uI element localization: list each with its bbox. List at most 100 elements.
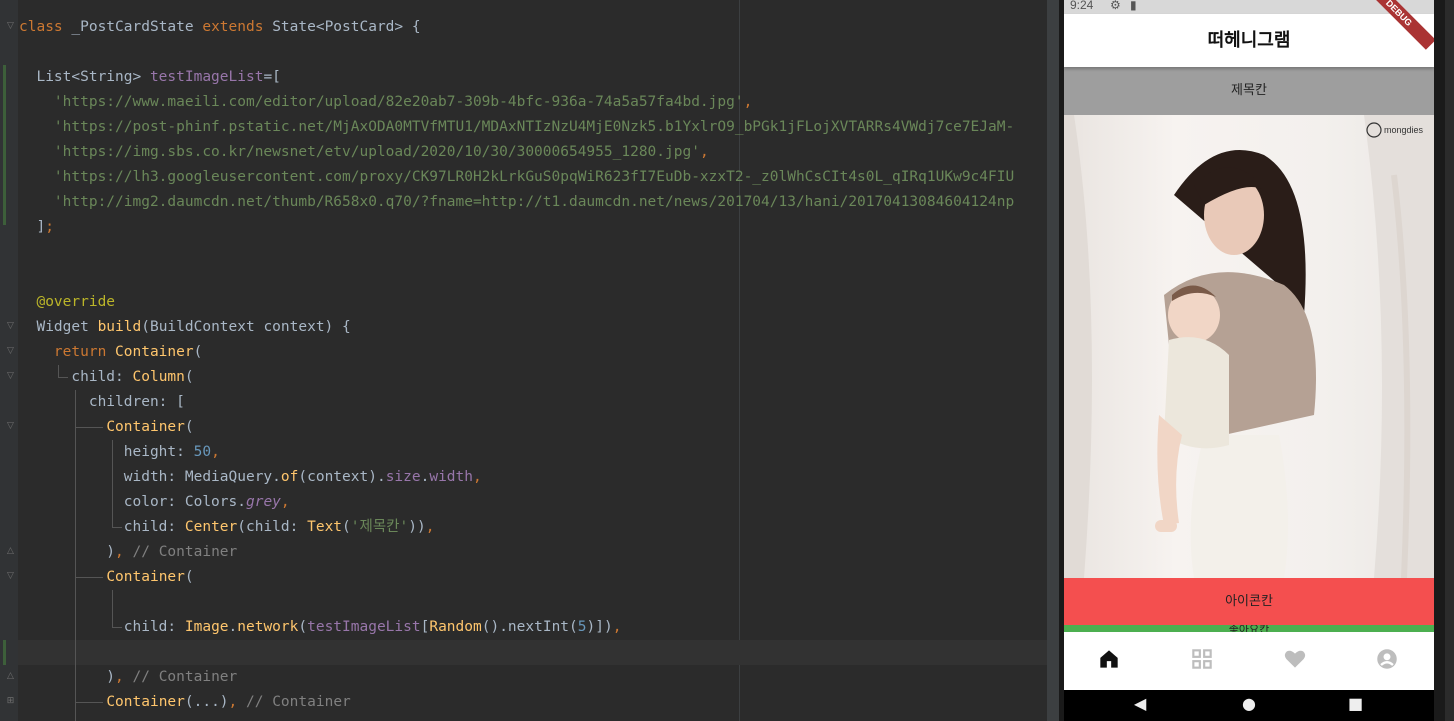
account-icon[interactable] [1374, 646, 1400, 672]
code-line[interactable]: @override [19, 290, 115, 315]
code-line[interactable]: child: Center(child: Text('제목칸')), [19, 515, 435, 540]
vcs-change-marker[interactable] [3, 65, 6, 225]
fold-end-icon[interactable]: △ [6, 672, 15, 681]
current-line-highlight [18, 640, 1047, 665]
code-token: child: [19, 519, 185, 535]
code-token: ( [184, 569, 194, 585]
code-line[interactable]: ), // Container [19, 540, 237, 565]
code-token: _PostCardState [71, 19, 203, 35]
code-line[interactable]: height: 50, [19, 440, 220, 465]
code-line[interactable]: 'http://img2.daumcdn.net/thumb/R658x0.q7… [19, 190, 1014, 215]
gear-icon: ⚙ [1110, 0, 1121, 12]
code-token: testImageList [149, 69, 264, 85]
code-token: ().nextInt( [481, 619, 578, 635]
fold-icon[interactable]: ▽ [6, 347, 15, 356]
code-token: , [612, 619, 622, 635]
side-panel-rail [1445, 0, 1454, 721]
code-token: ( [298, 619, 308, 635]
code-token: // Container [132, 544, 238, 560]
code-token: 'https://img.sbs.co.kr/newsnet/etv/uploa… [53, 144, 700, 160]
code-line[interactable]: Container( [19, 565, 194, 590]
code-line[interactable]: children: [ [19, 390, 185, 415]
code-token: Text [307, 519, 343, 535]
code-token: @override [19, 294, 116, 310]
code-token: , [115, 669, 133, 685]
code-line[interactable]: child: Image.network(testImageList[Rando… [19, 615, 622, 640]
code-token: Container [115, 344, 194, 360]
post-image-illustration: mongdies [1064, 115, 1434, 578]
status-time: 9:24 [1070, 0, 1094, 12]
code-line[interactable]: 'https://post-phinf.pstatic.net/MjAxODA0… [19, 115, 1014, 140]
code-line[interactable]: 'https://www.maeili.com/editor/upload/82… [19, 90, 752, 115]
image-watermark: mongdies [1384, 125, 1424, 135]
code-token: Container [106, 694, 185, 710]
code-token: Container [106, 419, 185, 435]
code-token: class [19, 19, 72, 35]
code-token: '제목칸' [350, 519, 409, 535]
code-token: height: [19, 444, 194, 460]
fold-icon[interactable]: ▽ [6, 572, 15, 581]
code-token: ) [19, 669, 116, 685]
code-token: 'https://post-phinf.pstatic.net/MjAxODA0… [53, 119, 1015, 135]
home-icon[interactable] [1096, 646, 1122, 672]
pane-splitter[interactable] [1047, 0, 1059, 721]
code-token: Container [106, 569, 185, 585]
code-line[interactable]: Widget build(BuildContext context) { [19, 315, 351, 340]
code-token: , [228, 694, 247, 710]
code-token: width [429, 469, 473, 485]
fold-end-icon[interactable]: △ [6, 547, 15, 556]
recents-icon[interactable]: ■ [1348, 694, 1363, 713]
code-token: width: MediaQuery. [19, 469, 281, 485]
code-token: (BuildContext context) { [141, 319, 351, 335]
code-line[interactable]: 'https://img.sbs.co.kr/newsnet/etv/uploa… [19, 140, 709, 165]
code-line[interactable]: class _PostCardState extends State<PostC… [19, 15, 421, 40]
code-token: // Container [132, 669, 238, 685]
code-line[interactable]: Container( [19, 415, 193, 440]
editor-gutter[interactable] [0, 0, 18, 721]
fold-icon[interactable]: ▽ [6, 22, 15, 31]
home-circle-icon[interactable]: ● [1242, 694, 1256, 713]
code-line[interactable]: ]; [19, 215, 54, 240]
code-line[interactable]: Container(...), // Container [19, 690, 350, 715]
code-line[interactable]: color: Colors.grey, [19, 490, 290, 515]
code-editor[interactable]: ▽ ▽ ▽ ▽ ▽ △ ▽ △ ⊞ class _PostCardState e… [0, 0, 1047, 721]
grid-icon[interactable] [1189, 646, 1215, 672]
back-icon[interactable]: ◀ [1134, 694, 1146, 713]
code-token: child: [19, 619, 185, 635]
fold-collapsed-icon[interactable]: ⊞ [6, 697, 15, 706]
code-token: child: [19, 369, 133, 385]
code-token: ) [19, 544, 116, 560]
icon-box: 아이콘칸 [1064, 578, 1434, 625]
code-token: return [53, 344, 116, 360]
code-line[interactable]: List<String> testImageList=[ [19, 65, 281, 90]
code-token: (context). [298, 469, 386, 485]
code-line[interactable]: width: MediaQuery.of(context).size.width… [19, 465, 482, 490]
vcs-change-marker[interactable] [3, 640, 6, 665]
code-token: )]) [586, 619, 613, 635]
code-line[interactable]: child: Column( [19, 365, 193, 390]
code-token: Image [184, 619, 229, 635]
code-line[interactable]: ), // Container [19, 665, 237, 690]
code-token: =[ [263, 69, 281, 85]
code-token: color: Colors. [19, 494, 246, 510]
code-token: ( [342, 519, 351, 535]
code-line[interactable]: return Container( [19, 340, 202, 365]
code-token: children: [ [19, 394, 185, 410]
code-line[interactable]: 'https://lh3.googleusercontent.com/proxy… [19, 165, 1014, 190]
fold-icon[interactable]: ▽ [6, 422, 15, 431]
heart-icon[interactable] [1282, 646, 1308, 672]
fold-icon[interactable]: ▽ [6, 372, 15, 381]
sd-card-icon: ▮ [1130, 0, 1137, 12]
code-token: ; [45, 219, 54, 235]
code-token: )) [408, 519, 426, 535]
code-token: State<PostCard> { [272, 19, 421, 35]
code-token: , [280, 494, 290, 510]
code-token: , [473, 469, 482, 485]
fold-icon[interactable]: ▽ [6, 322, 15, 331]
